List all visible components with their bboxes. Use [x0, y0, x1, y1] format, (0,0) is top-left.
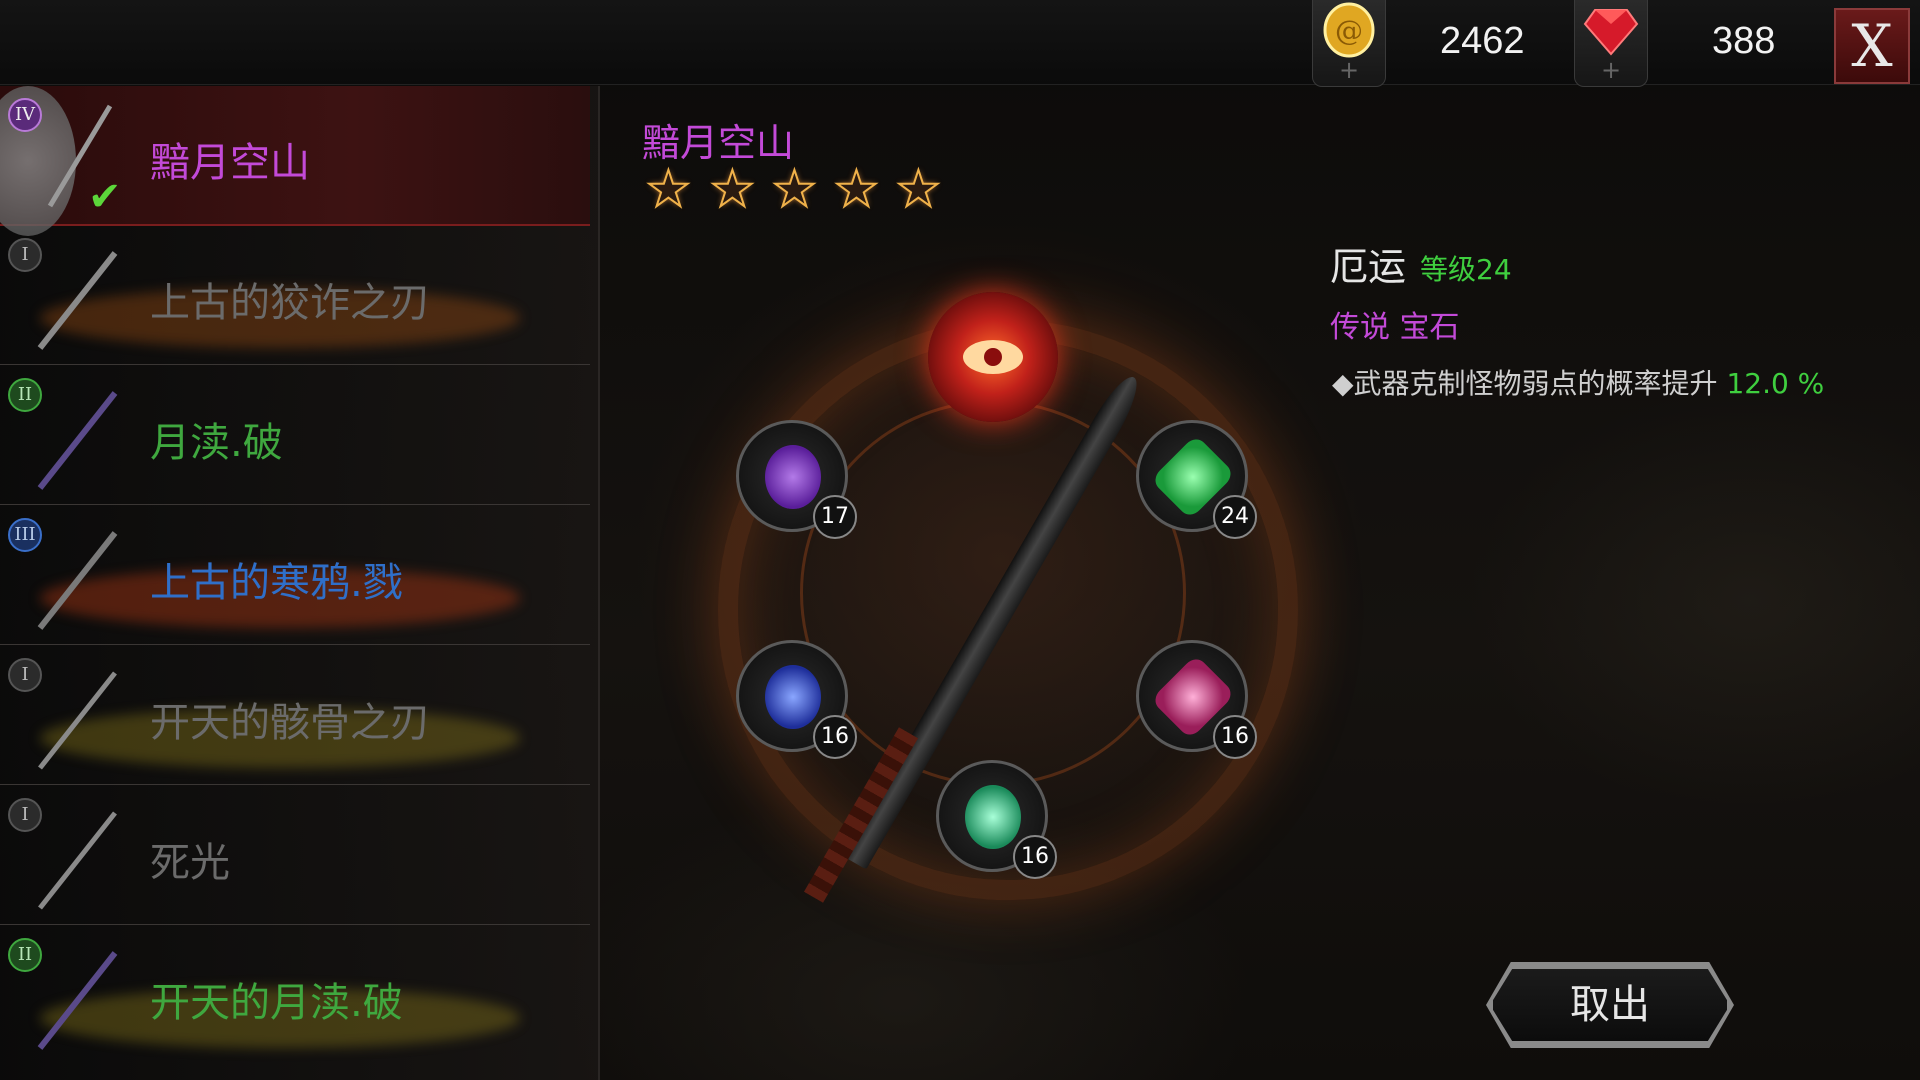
top-bar: @ + 2462 + 388 X [0, 0, 1920, 87]
gold-amount: 2462 [1440, 20, 1525, 62]
weapon-name: 上古的寒鸦.戮 [150, 560, 403, 606]
gem-slot-1[interactable]: 17 [736, 420, 857, 539]
gold-coin-icon: @ [1323, 2, 1375, 58]
star-icon: ★ [645, 160, 692, 218]
weapon-name: 黯月空山 [150, 140, 310, 186]
weapon-list-item[interactable]: II 开天的月渎.破 [0, 926, 590, 1064]
gem-level: 等级24 [1420, 253, 1512, 286]
gem-effect-text: ◆武器克制怪物弱点的概率提升 [1332, 367, 1727, 400]
red-eye-gem-icon[interactable] [928, 292, 1058, 422]
blue-gem-icon [765, 665, 821, 729]
gold-slot[interactable]: @ + [1312, 0, 1386, 87]
star-icon: ★ [833, 160, 880, 218]
sword-icon [37, 951, 118, 1050]
purple-gem-icon [765, 445, 821, 509]
weapon-name: 月渎.破 [150, 420, 283, 466]
weapon-list-item[interactable]: II 月渎.破 [0, 366, 590, 505]
gem-level-badge: 24 [1213, 495, 1257, 539]
gem-effect: ◆武器克制怪物弱点的概率提升 12.0 % [1332, 362, 1824, 402]
teal-gem-icon [965, 785, 1021, 849]
gem-slot-4[interactable]: 16 [1136, 640, 1257, 759]
weapon-list-item[interactable]: I 上古的狡诈之刃 [0, 226, 590, 365]
gem-level-badge: 17 [813, 495, 857, 539]
gem-rarity: 传说 宝石 [1330, 310, 1460, 345]
star-icon: ★ [709, 160, 756, 218]
gem-name: 厄运 [1330, 245, 1407, 289]
equipped-check-icon: ✔ [88, 174, 122, 220]
ruby-icon [1583, 9, 1639, 56]
gem-slot-2[interactable]: 24 [1136, 420, 1257, 539]
gold-add-icon: + [1338, 56, 1360, 84]
weapon-name: 死光 [150, 840, 230, 886]
weapon-name: 开天的月渎.破 [150, 980, 403, 1026]
sword-icon [38, 811, 117, 910]
star-icon: ★ [895, 160, 942, 218]
detail-weapon-name: 黯月空山 [642, 121, 795, 165]
gem-effect-value: 12.0 % [1726, 367, 1825, 400]
extract-button[interactable]: 取出 [1490, 966, 1730, 1044]
sword-icon [37, 391, 118, 490]
close-button[interactable]: X [1834, 8, 1910, 84]
gem-slot-5[interactable]: 16 [936, 760, 1057, 879]
gem-level-badge: 16 [1213, 715, 1257, 759]
gem-slot[interactable]: + [1574, 0, 1648, 87]
eye-pupil [984, 348, 1002, 366]
star-icon: ★ [771, 160, 818, 218]
sword-icon [38, 671, 117, 770]
weapon-list-item[interactable]: I 死光 [0, 786, 590, 925]
gem-level-badge: 16 [813, 715, 857, 759]
weapon-name: 开天的骸骨之刃 [150, 700, 430, 746]
gem-add-icon: + [1600, 56, 1622, 84]
gem-slot-3[interactable]: 16 [736, 640, 857, 759]
sword-icon [37, 251, 118, 350]
sword-icon [37, 531, 118, 630]
gem-level-badge: 16 [1013, 835, 1057, 879]
weapon-list: IV ✔ 黯月空山 I 上古的狡诈之刃 II 月渎.破 III 上古的寒鸦.戮 … [0, 86, 600, 1080]
weapon-name: 上古的狡诈之刃 [150, 280, 430, 326]
weapon-list-item[interactable]: III 上古的寒鸦.戮 [0, 506, 590, 645]
weapon-list-item[interactable]: I 开天的骸骨之刃 [0, 646, 590, 785]
weapon-list-item[interactable]: IV ✔ 黯月空山 [0, 86, 590, 236]
svg-text:@: @ [1335, 14, 1363, 47]
gem-amount: 388 [1712, 20, 1776, 62]
